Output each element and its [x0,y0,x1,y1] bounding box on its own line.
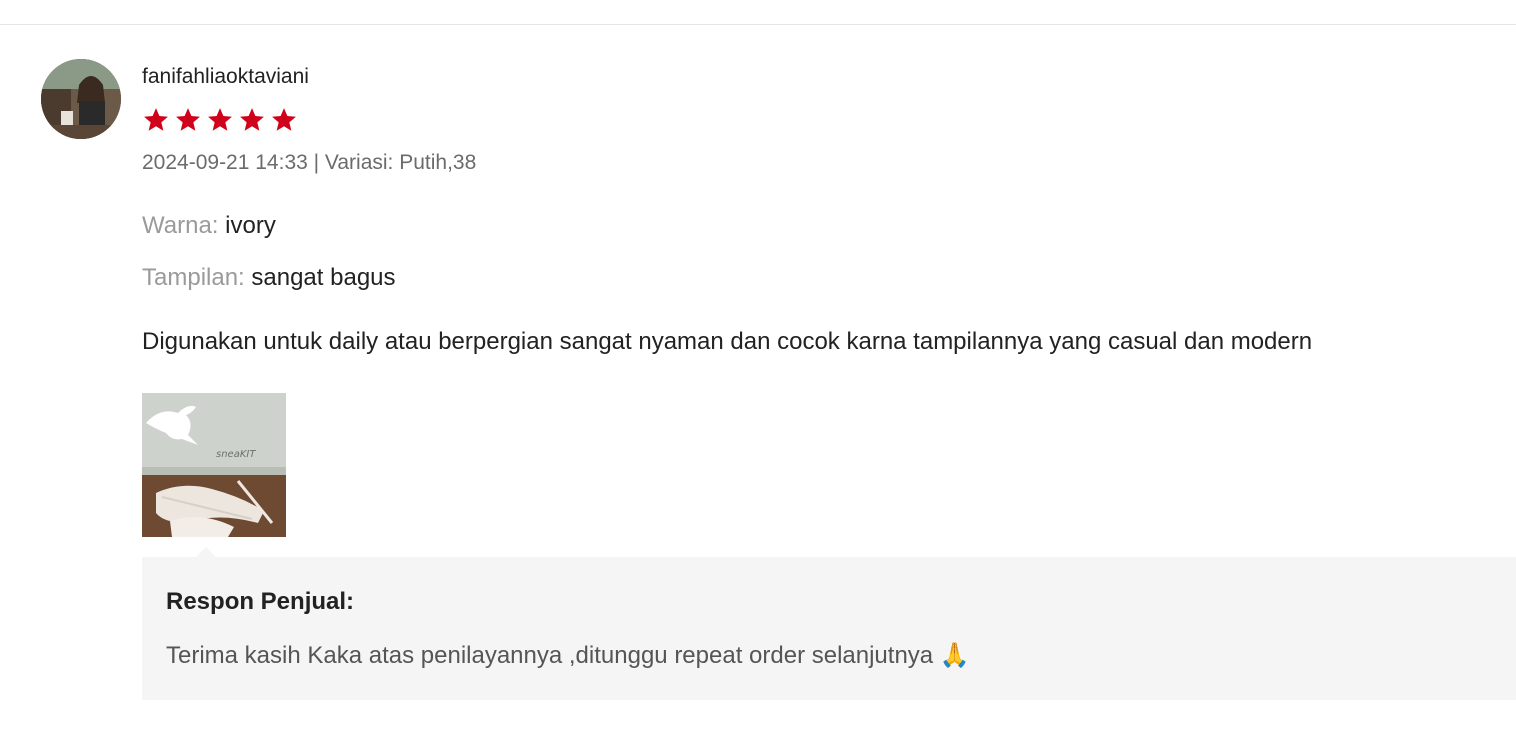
attribute-appearance: Tampilan: sangat bagus [142,263,396,293]
seller-response-text: Terima kasih Kaka atas penilayannya ,dit… [166,642,970,669]
avatar-image [41,59,121,139]
attribute-value: sangat bagus [251,264,396,291]
review-photo: sneaKIT [142,393,286,537]
review-meta: 2024-09-21 14:33 | Variasi: Putih,38 [142,151,477,174]
attribute-label: Warna: [142,212,219,239]
star-icon [176,108,200,131]
seller-response-pointer [196,547,216,557]
box-brand-text: sneaKIT [216,449,256,460]
review-text: Digunakan untuk daily atau berpergian sa… [142,328,1313,355]
star-icon [272,108,296,131]
attribute-value: ivory [225,212,276,239]
star-icon [208,108,232,131]
rating-stars [142,106,298,134]
review-photo-thumbnail[interactable]: sneaKIT [142,393,286,537]
seller-response-title: Respon Penjual: [166,588,355,615]
attribute-label: Tampilan: [142,264,245,291]
star-icon [240,108,264,131]
reviewer-username[interactable]: fanifahliaoktaviani [142,64,309,90]
attribute-color: Warna: ivory [142,211,276,241]
seller-response: Respon Penjual: Terima kasih Kaka atas p… [142,547,1516,700]
top-divider [0,24,1516,25]
star-icon [144,108,168,131]
avatar[interactable] [41,59,121,139]
